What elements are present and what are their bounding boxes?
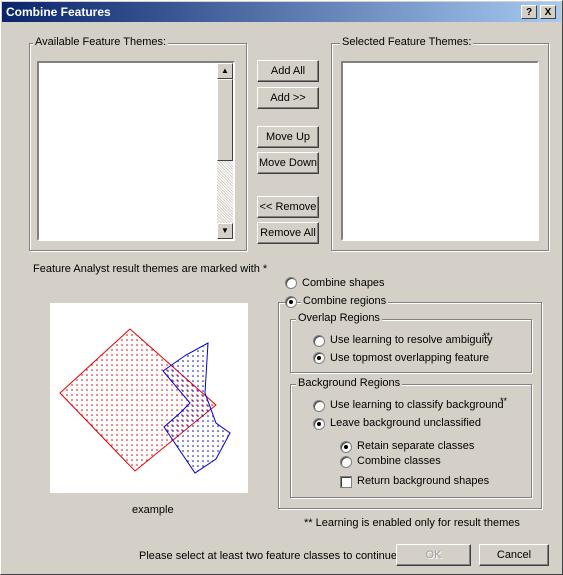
bg-learning-mark: ** xyxy=(500,396,508,406)
available-themes-label: Available Feature Themes: xyxy=(33,36,169,48)
title-bar: Combine Features ? X xyxy=(2,2,561,22)
move-down-button[interactable]: Move Down xyxy=(257,152,319,174)
example-preview xyxy=(50,303,248,493)
learning-note: ** Learning is enabled only for result t… xyxy=(304,517,520,529)
add-all-button[interactable]: Add All xyxy=(257,60,319,82)
overlap-regions-label: Overlap Regions xyxy=(296,312,382,324)
scroll-thumb[interactable] xyxy=(217,79,233,161)
example-caption: example xyxy=(132,504,174,516)
scroll-up-arrow-icon[interactable]: ▲ xyxy=(217,63,233,79)
available-scrollbar[interactable]: ▲ ▼ xyxy=(217,63,233,239)
bg-learning-label: Use learning to classify background xyxy=(330,399,504,411)
combine-shapes-label: Combine shapes xyxy=(302,277,385,289)
selected-themes-list[interactable] xyxy=(341,61,539,241)
overlap-topmost-radio[interactable] xyxy=(313,352,325,364)
overlap-topmost-label: Use topmost overlapping feature xyxy=(330,352,489,364)
help-button[interactable]: ? xyxy=(521,5,537,19)
combine-regions-group: Combine regions Overlap Regions Use lear… xyxy=(278,295,542,509)
cancel-button[interactable]: Cancel xyxy=(479,544,549,566)
selected-themes-label: Selected Feature Themes: xyxy=(340,36,474,48)
return-background-label: Return background shapes xyxy=(357,475,490,487)
background-regions-label: Background Regions xyxy=(296,377,403,389)
bg-leave-radio[interactable] xyxy=(313,418,325,430)
return-background-checkbox[interactable] xyxy=(340,476,352,488)
ok-button[interactable]: OK xyxy=(396,544,471,566)
result-themes-note: Feature Analyst result themes are marked… xyxy=(33,263,268,275)
selected-themes-group: Selected Feature Themes: xyxy=(331,36,549,251)
remove-button[interactable]: << Remove xyxy=(257,196,319,218)
combine-classes-radio[interactable] xyxy=(340,456,352,468)
background-regions-group: Background Regions Use learning to class… xyxy=(290,377,532,498)
bg-learning-radio[interactable] xyxy=(313,400,325,412)
overlap-learning-radio[interactable] xyxy=(313,335,325,347)
retain-classes-label: Retain separate classes xyxy=(357,440,475,452)
retain-classes-radio[interactable] xyxy=(340,441,352,453)
example-shapes-image xyxy=(59,328,231,474)
close-button[interactable]: X xyxy=(540,5,556,19)
combine-shapes-radio[interactable] xyxy=(285,277,297,289)
combine-features-dialog: Combine Features ? X Available Feature T… xyxy=(0,0,563,575)
overlap-regions-group: Overlap Regions Use learning to resolve … xyxy=(290,312,532,373)
combine-classes-label: Combine classes xyxy=(357,455,441,467)
overlap-learning-mark: ** xyxy=(483,331,491,341)
remove-all-button[interactable]: Remove All xyxy=(257,222,319,244)
move-up-button[interactable]: Move Up xyxy=(257,126,319,148)
scroll-down-arrow-icon[interactable]: ▼ xyxy=(217,223,233,239)
available-themes-group: Available Feature Themes: ▲ ▼ xyxy=(29,36,247,251)
window-title: Combine Features xyxy=(6,5,111,19)
available-themes-list[interactable]: ▲ ▼ xyxy=(37,61,235,241)
combine-regions-radio[interactable] xyxy=(285,296,297,308)
status-message: Please select at least two feature class… xyxy=(139,550,398,562)
add-button[interactable]: Add >> xyxy=(257,87,319,109)
combine-regions-label: Combine regions xyxy=(301,295,389,307)
bg-leave-label: Leave background unclassified xyxy=(330,417,482,429)
overlap-learning-label: Use learning to resolve ambiguity xyxy=(330,334,493,346)
